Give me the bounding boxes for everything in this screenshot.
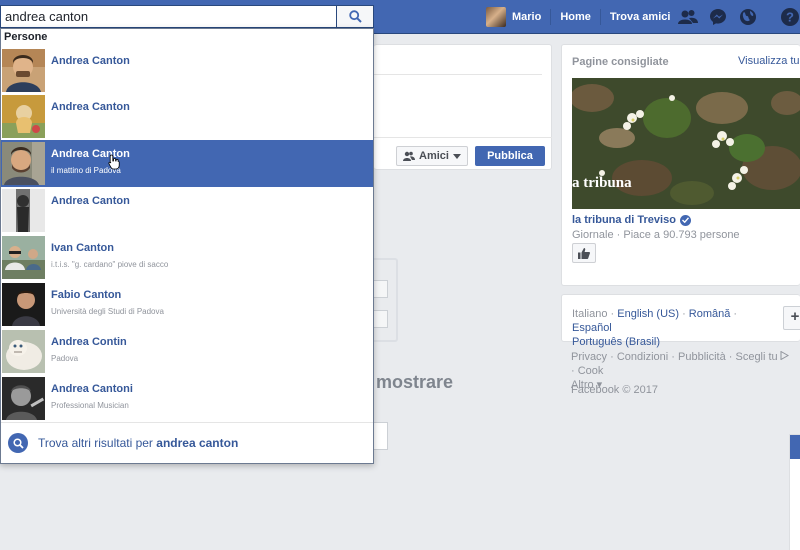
- footer-link[interactable]: Condizioni: [617, 351, 668, 363]
- hand-cursor-icon: [108, 154, 120, 170]
- language-link[interactable]: Español: [572, 322, 612, 334]
- result-photo: [2, 95, 45, 138]
- more-languages-button[interactable]: +: [783, 306, 800, 330]
- page-name-link[interactable]: la tribuna di Treviso: [572, 214, 691, 226]
- see-more-query: andrea canton: [156, 436, 239, 450]
- result-name: Andrea Canton: [51, 55, 130, 67]
- globe-icon: [740, 9, 756, 25]
- search-result[interactable]: Andrea Canton: [1, 93, 373, 140]
- background-field: [374, 280, 388, 298]
- notifications-button[interactable]: [738, 7, 758, 27]
- result-name: Andrea Contin: [51, 336, 127, 348]
- background-field: [374, 310, 388, 328]
- home-link[interactable]: Home: [551, 11, 600, 23]
- copyright: Facebook © 2017: [571, 384, 658, 396]
- post-composer: Amici Pubblica: [374, 44, 552, 170]
- messenger-icon: [710, 9, 726, 25]
- search-icon: [348, 10, 362, 23]
- profile-name: Mario: [512, 11, 542, 23]
- search-input[interactable]: [0, 5, 336, 28]
- profile-link[interactable]: Mario: [486, 7, 550, 27]
- result-photo: [2, 49, 45, 92]
- search-results-dropdown: Persone Andrea Canton Andrea Canton Andr…: [0, 28, 374, 464]
- audience-selector-button[interactable]: Amici: [396, 146, 468, 166]
- page-name: la tribuna di Treviso: [572, 214, 676, 226]
- search-result[interactable]: Andrea Canton: [1, 187, 373, 234]
- section-header-people: Persone: [4, 31, 48, 43]
- result-subtitle: i.t.i.s. "g. cardano" piove di sacco: [51, 260, 169, 269]
- search-result[interactable]: Andrea Contin Padova: [1, 328, 373, 375]
- footer-link[interactable]: Cook: [578, 365, 604, 377]
- help-button[interactable]: ?: [780, 7, 800, 27]
- avatar: [486, 7, 506, 27]
- suggested-pages-card: Pagine consigliate Visualizza tu a tribu…: [561, 44, 800, 286]
- result-name: Fabio Canton: [51, 289, 122, 301]
- search-icon: [8, 433, 28, 453]
- suggested-pages-title: Pagine consigliate: [572, 56, 669, 68]
- view-all-link[interactable]: Visualizza tu: [738, 55, 800, 67]
- result-subtitle: Università degli Studi di Padova: [51, 307, 164, 316]
- nav-links: Mario Home Trova amici: [486, 0, 679, 34]
- friend-requests-button[interactable]: [678, 7, 698, 27]
- result-photo: [2, 142, 45, 185]
- search-result[interactable]: Andrea Canton: [1, 47, 373, 94]
- result-photo: [2, 236, 45, 279]
- language-card: Italiano · English (US) · Română · Españ…: [561, 294, 800, 348]
- like-page-button[interactable]: [572, 243, 596, 263]
- caret-down-icon: [452, 153, 461, 159]
- composer-divider: [374, 74, 542, 75]
- search-result-highlighted[interactable]: Andrea Canton il mattino di Padova: [1, 140, 373, 187]
- friends-icon: [678, 10, 698, 24]
- result-subtitle: Padova: [51, 354, 79, 363]
- background-text: mostrare: [376, 372, 454, 392]
- page-cover-image[interactable]: a tribuna: [572, 78, 800, 209]
- search-result[interactable]: Andrea Cantoni Professional Musician: [1, 375, 373, 422]
- chat-sidebar-edge[interactable]: [789, 434, 800, 550]
- result-photo: [2, 377, 45, 420]
- search-button[interactable]: [336, 5, 374, 28]
- see-more-text: Trova altri risultati per andrea canton: [38, 436, 239, 450]
- chat-sidebar-bar: [790, 435, 800, 459]
- result-subtitle: Professional Musician: [51, 401, 129, 410]
- result-photo: [2, 283, 45, 326]
- verified-badge-icon: [679, 214, 691, 226]
- result-name: Andrea Cantoni: [51, 383, 133, 395]
- see-more-results-link[interactable]: Trova altri risultati per andrea canton: [1, 422, 373, 463]
- composer-divider: [374, 137, 552, 138]
- page-meta: Giornale · Piace a 90.793 persone: [572, 229, 740, 241]
- language-links: Italiano · English (US) · Română · Españ…: [572, 308, 738, 348]
- current-language: Italiano: [572, 308, 608, 320]
- search-result[interactable]: Fabio Canton Università degli Studi di P…: [1, 281, 373, 328]
- language-link[interactable]: English (US): [617, 308, 679, 320]
- result-name: Ivan Canton: [51, 242, 114, 254]
- page-cover-caption: a tribuna: [572, 175, 632, 191]
- thumbs-up-icon: [578, 247, 590, 259]
- result-photo: [2, 189, 45, 232]
- find-friends-link[interactable]: Trova amici: [601, 11, 680, 23]
- footer-link[interactable]: Privacy: [571, 351, 607, 363]
- background-panel: [374, 258, 398, 342]
- language-link[interactable]: Português (Brasil): [572, 336, 660, 348]
- svg-text:?: ?: [786, 10, 794, 25]
- publish-button[interactable]: Pubblica: [475, 146, 545, 166]
- result-name: Andrea Canton: [51, 101, 130, 113]
- search-box: [0, 5, 374, 28]
- help-icon: ?: [781, 8, 799, 26]
- audience-label: Amici: [419, 150, 449, 162]
- adchoices-icon: [780, 350, 789, 361]
- language-link[interactable]: Română: [689, 308, 731, 320]
- nav-icons: [678, 0, 758, 34]
- footer-link[interactable]: Scegli tu: [735, 351, 777, 363]
- search-result[interactable]: Ivan Canton i.t.i.s. "g. cardano" piove …: [1, 234, 373, 281]
- result-photo: [2, 330, 45, 373]
- messages-button[interactable]: [708, 7, 728, 27]
- background-input: [374, 422, 388, 450]
- result-name: Andrea Canton: [51, 195, 130, 207]
- footer-link[interactable]: Pubblicità: [678, 351, 726, 363]
- friends-icon: [403, 151, 415, 161]
